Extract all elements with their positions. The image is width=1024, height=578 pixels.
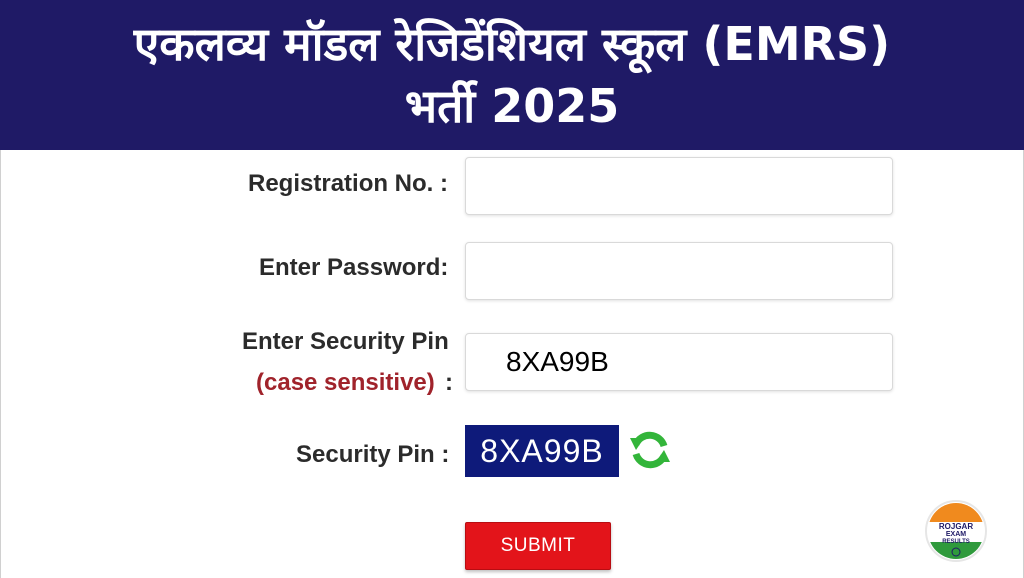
logo-text-1: ROJGAR [939, 522, 973, 531]
captcha-image: 8XA99B [465, 425, 619, 477]
logo-text-2: EXAM [946, 531, 966, 538]
registration-label: Registration No. : [248, 170, 449, 197]
rojgar-exam-results-logo: ROJGAR EXAM RESULTS [925, 500, 987, 562]
banner-title-line2: भर्ती 2025 [404, 79, 620, 133]
page-banner: एकलव्य मॉडल रेजिडेंशियल स्कूल (EMRS) भर्… [0, 0, 1024, 150]
refresh-captcha-button[interactable] [626, 426, 674, 474]
submit-button[interactable]: SUBMIT [465, 522, 611, 570]
security-pin-label: Security Pin : [296, 441, 450, 468]
banner-title-line1: एकलव्य मॉडल रेजिडेंशियल स्कूल (EMRS) [133, 17, 891, 71]
registration-input[interactable] [465, 157, 893, 215]
logo-text-3: RESULTS [942, 539, 970, 545]
password-label: Enter Password: [259, 254, 449, 281]
case-sensitive-colon: : [445, 369, 453, 396]
refresh-icon [630, 431, 670, 469]
security-pin-entry-label: Enter Security Pin [242, 328, 449, 355]
password-input[interactable] [465, 242, 893, 300]
case-sensitive-note: (case sensitive) [256, 369, 435, 396]
security-pin-input[interactable] [465, 333, 893, 391]
